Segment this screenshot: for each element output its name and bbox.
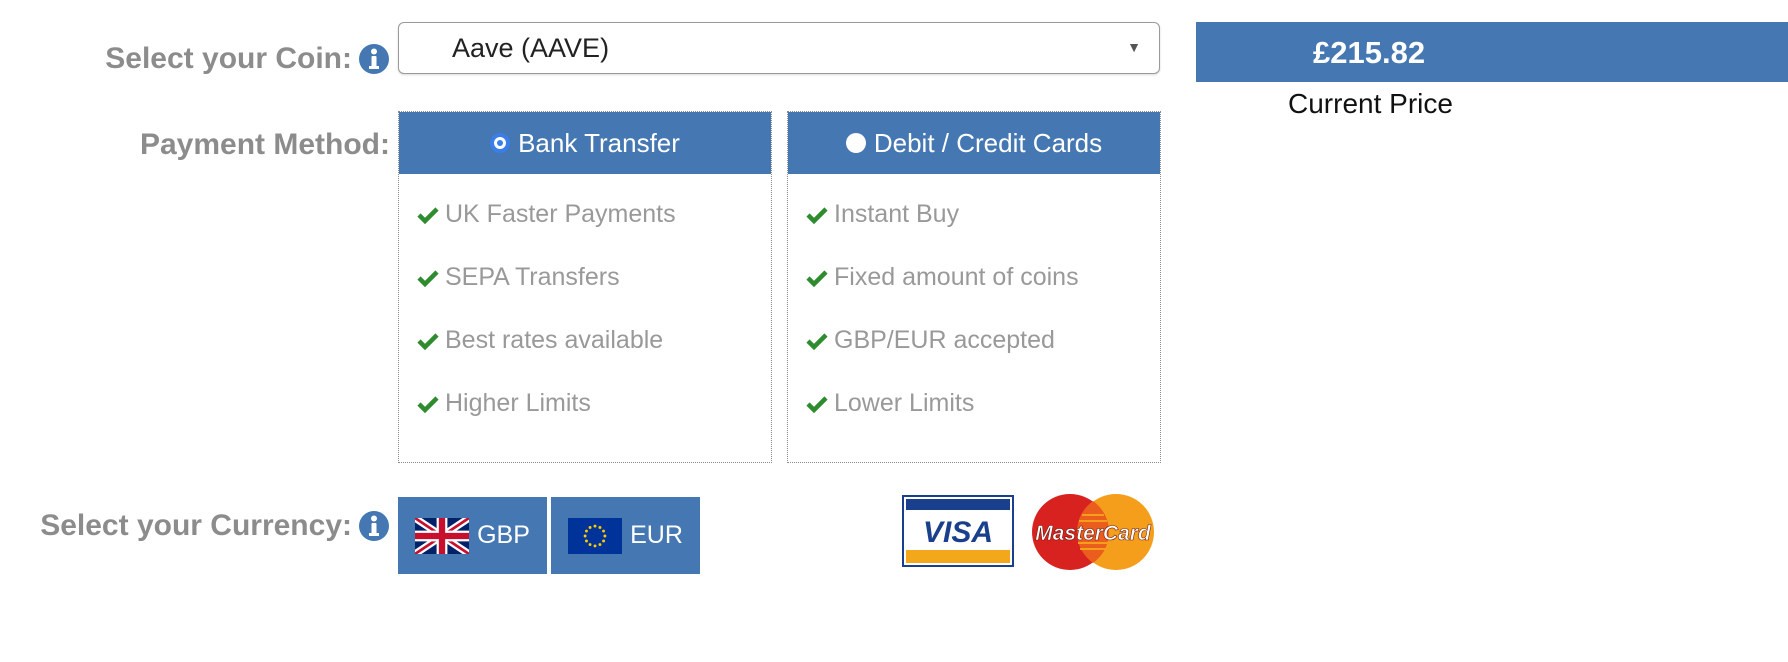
feature-item: Fixed amount of coins (806, 263, 1079, 292)
feature-item: Best rates available (417, 326, 663, 355)
payment-method-label: Payment Method: (139, 128, 390, 161)
coin-select[interactable]: Aave (AAVE) ▼ (398, 22, 1160, 74)
coin-label-row: Select your Coin: (105, 42, 390, 76)
check-icon (417, 395, 439, 413)
payment-option-header[interactable]: Bank Transfer (399, 112, 771, 174)
chevron-down-icon: ▼ (1127, 39, 1141, 55)
payment-option-title: Bank Transfer (518, 127, 680, 158)
payment-option-header[interactable]: Debit / Credit Cards (788, 112, 1160, 174)
currency-label-row: Select your Currency: (40, 509, 390, 543)
current-price-value: £215.82 (1313, 35, 1426, 70)
coin-label: Select your Coin: (105, 42, 352, 75)
currency-button-gbp[interactable]: GBP (398, 497, 547, 574)
check-icon (417, 206, 439, 224)
payment-option-title: Debit / Credit Cards (873, 127, 1103, 158)
mastercard-logo: MasterCard (1032, 494, 1154, 570)
uk-flag-icon (415, 517, 470, 554)
check-icon (806, 269, 828, 287)
radio-unselected-icon[interactable] (845, 133, 866, 153)
payment-label-row: Payment Method: (140, 128, 390, 162)
current-price-box: £215.82 (1196, 22, 1788, 82)
check-icon (806, 395, 828, 413)
check-icon (417, 332, 439, 350)
feature-item: SEPA Transfers (417, 263, 620, 292)
visa-text: VISA (923, 516, 993, 549)
info-icon[interactable] (358, 43, 390, 75)
current-price-caption: Current Price (1288, 88, 1453, 119)
currency-button-eur[interactable]: EUR (551, 497, 700, 574)
feature-item: Instant Buy (806, 200, 959, 229)
feature-item: Lower Limits (806, 389, 974, 418)
check-icon (417, 269, 439, 287)
payment-option-cards[interactable]: Debit / Credit Cards Instant Buy Fixed a… (787, 111, 1161, 463)
info-icon[interactable] (358, 510, 390, 542)
coin-select-value: Aave (AAVE) (452, 33, 610, 63)
visa-logo: VISA (902, 495, 1014, 567)
currency-code: GBP (477, 521, 530, 549)
check-icon (806, 206, 828, 224)
feature-item: Higher Limits (417, 389, 591, 418)
check-icon (806, 332, 828, 350)
eu-flag-icon (568, 517, 623, 554)
currency-code: EUR (630, 521, 683, 549)
mastercard-text: MasterCard (1035, 522, 1152, 545)
currency-label: Select your Currency: (40, 509, 352, 542)
payment-option-bank-transfer[interactable]: Bank Transfer UK Faster Payments SEPA Tr… (398, 111, 772, 463)
feature-item: GBP/EUR accepted (806, 326, 1055, 355)
radio-selected-icon[interactable] (490, 133, 511, 153)
feature-item: UK Faster Payments (417, 200, 676, 229)
